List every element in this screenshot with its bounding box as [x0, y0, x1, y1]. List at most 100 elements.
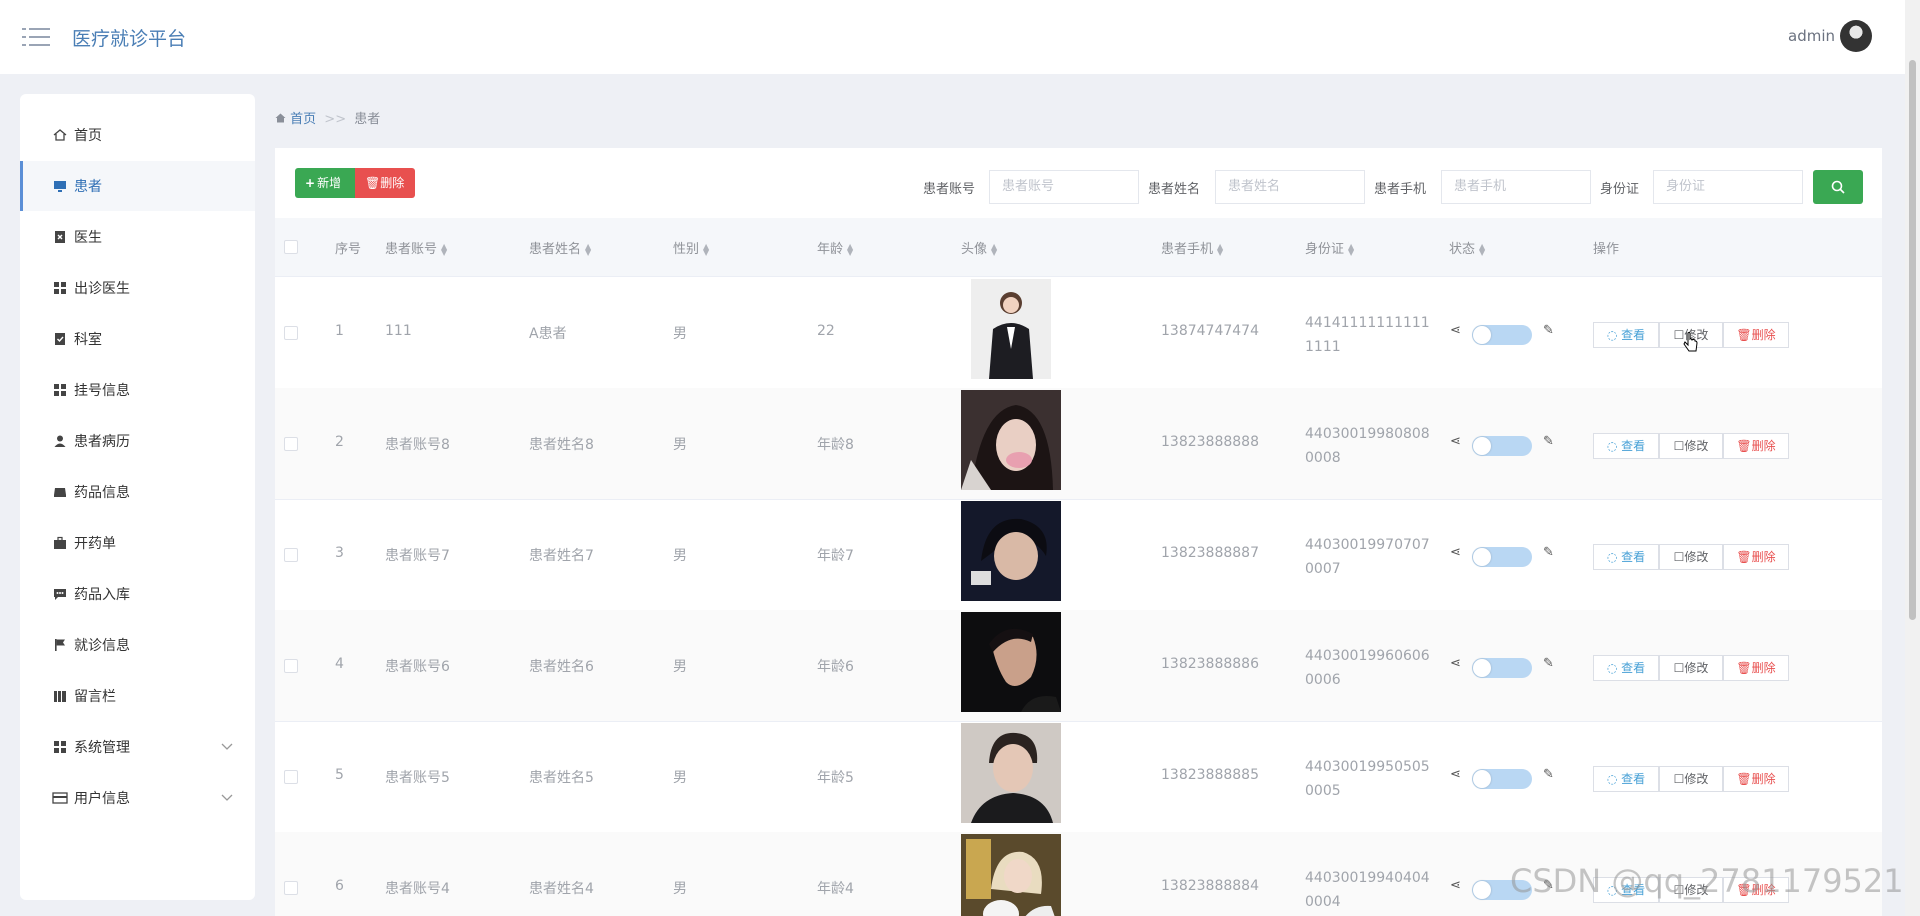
- batch-delete-button[interactable]: 🗑删除: [355, 168, 415, 198]
- search-button[interactable]: [1813, 170, 1863, 204]
- row-checkbox[interactable]: [284, 881, 298, 895]
- sidebar-item-drugs[interactable]: 药品信息: [20, 467, 255, 517]
- cell-no: 4: [335, 656, 344, 672]
- pen-icon[interactable]: ✎: [1543, 545, 1554, 560]
- sort-icon[interactable]: ▲ ▼: [1479, 242, 1485, 256]
- th-phone[interactable]: 患者手机 ▲ ▼: [1161, 238, 1223, 257]
- status-toggle[interactable]: [1472, 769, 1532, 789]
- view-button[interactable]: ◌ 查看: [1593, 433, 1659, 459]
- patient-avatar-image[interactable]: [971, 279, 1051, 379]
- th-name[interactable]: 患者姓名 ▲ ▼: [529, 238, 591, 257]
- row-checkbox[interactable]: [284, 326, 298, 340]
- share-icon[interactable]: ⋖: [1450, 656, 1461, 671]
- sidebar-item-prescription[interactable]: 开药单: [20, 518, 255, 568]
- grid-icon: [52, 280, 68, 296]
- toggle-knob: [1473, 326, 1491, 344]
- cell-gender: 男: [673, 881, 687, 897]
- sidebar-item-home[interactable]: 首页: [20, 110, 255, 160]
- edit-button[interactable]: ☐修改: [1659, 544, 1723, 570]
- sort-icon[interactable]: ▲ ▼: [703, 242, 709, 256]
- edit-button[interactable]: ☐修改: [1659, 655, 1723, 681]
- sidebar-item-messages[interactable]: 留言栏: [20, 671, 255, 721]
- sort-icon[interactable]: ▲ ▼: [991, 242, 997, 256]
- patient-avatar-image[interactable]: [961, 390, 1061, 490]
- sidebar-item-user-info[interactable]: 用户信息: [20, 773, 255, 823]
- delete-button[interactable]: 🗑删除: [1723, 655, 1789, 681]
- view-button[interactable]: ◌ 查看: [1593, 655, 1659, 681]
- patient-avatar-image[interactable]: [961, 501, 1061, 601]
- th-age[interactable]: 年龄 ▲ ▼: [817, 238, 853, 257]
- edit-button[interactable]: ☐修改: [1659, 766, 1723, 792]
- chevron-down-icon[interactable]: [221, 740, 233, 754]
- share-icon[interactable]: ⋖: [1450, 545, 1461, 560]
- sidebar-item-departments[interactable]: 科室: [20, 314, 255, 364]
- edit-icon: ☐: [1673, 550, 1685, 564]
- row-checkbox[interactable]: [284, 548, 298, 562]
- cell-no: 6: [335, 878, 344, 894]
- filter-name-input[interactable]: 患者姓名: [1215, 170, 1365, 204]
- view-button[interactable]: ◌ 查看: [1593, 322, 1659, 348]
- th-status[interactable]: 状态 ▲ ▼: [1449, 238, 1485, 257]
- view-label: 查看: [1621, 772, 1646, 786]
- filter-phone-input[interactable]: 患者手机: [1441, 170, 1591, 204]
- edit-icon: ☐: [1673, 439, 1685, 453]
- sidebar-item-patients[interactable]: 患者: [20, 161, 255, 211]
- breadcrumb-home[interactable]: 首页: [290, 112, 316, 127]
- pen-icon[interactable]: ✎: [1543, 323, 1554, 338]
- status-toggle[interactable]: [1472, 658, 1532, 678]
- sort-icon[interactable]: ▲ ▼: [1348, 242, 1354, 256]
- share-icon[interactable]: ⋖: [1450, 434, 1461, 449]
- sort-icon[interactable]: ▲ ▼: [585, 242, 591, 256]
- user-name[interactable]: admin: [1788, 27, 1835, 45]
- sidebar-item-registration[interactable]: 挂号信息: [20, 365, 255, 415]
- pen-icon[interactable]: ✎: [1543, 656, 1554, 671]
- th-account[interactable]: 患者账号 ▲ ▼: [385, 238, 447, 257]
- chevron-down-icon[interactable]: [221, 791, 233, 805]
- th-avatar[interactable]: 头像 ▲ ▼: [961, 238, 997, 257]
- share-icon[interactable]: ⋖: [1450, 878, 1461, 893]
- status-toggle[interactable]: [1472, 547, 1532, 567]
- status-toggle[interactable]: [1472, 325, 1532, 345]
- toggle-knob: [1473, 659, 1491, 677]
- edit-button[interactable]: ☐修改: [1659, 433, 1723, 459]
- sidebar-item-visits[interactable]: 就诊信息: [20, 620, 255, 670]
- view-button[interactable]: ◌ 查看: [1593, 766, 1659, 792]
- add-button[interactable]: + 新增: [295, 168, 355, 198]
- th-gender[interactable]: 性别 ▲ ▼: [673, 238, 709, 257]
- patient-avatar-image[interactable]: [961, 723, 1061, 823]
- delete-button[interactable]: 🗑删除: [1723, 433, 1789, 459]
- scrollbar-thumb[interactable]: [1909, 60, 1916, 620]
- delete-button[interactable]: 🗑删除: [1723, 544, 1789, 570]
- row-checkbox[interactable]: [284, 659, 298, 673]
- sidebar-item-visiting-doctors[interactable]: 出诊医生: [20, 263, 255, 313]
- cell-no: 1: [335, 323, 344, 339]
- share-icon[interactable]: ⋖: [1450, 323, 1461, 338]
- delete-button[interactable]: 🗑删除: [1723, 766, 1789, 792]
- page-scrollbar[interactable]: [1905, 0, 1920, 916]
- status-toggle[interactable]: [1472, 436, 1532, 456]
- sidebar-item-system[interactable]: 系统管理: [20, 722, 255, 772]
- sort-icon[interactable]: ▲ ▼: [441, 242, 447, 256]
- view-button[interactable]: ◌ 查看: [1593, 544, 1659, 570]
- filter-idcard-input[interactable]: 身份证: [1653, 170, 1803, 204]
- sort-icon[interactable]: ▲ ▼: [847, 242, 853, 256]
- sidebar-item-medical-records[interactable]: 患者病历: [20, 416, 255, 466]
- patient-avatar-image[interactable]: [961, 612, 1061, 712]
- th-idcard[interactable]: 身份证 ▲ ▼: [1305, 238, 1354, 257]
- row-checkbox[interactable]: [284, 770, 298, 784]
- sidebar-item-drug-stock[interactable]: 药品入库: [20, 569, 255, 619]
- filter-account-input[interactable]: 患者账号: [989, 170, 1139, 204]
- user-avatar[interactable]: [1840, 20, 1872, 52]
- sort-icon[interactable]: ▲ ▼: [1217, 242, 1223, 256]
- pen-icon[interactable]: ✎: [1543, 434, 1554, 449]
- th-label: 身份证: [1305, 242, 1345, 257]
- select-all-checkbox[interactable]: [284, 240, 298, 254]
- pen-icon[interactable]: ✎: [1543, 767, 1554, 782]
- row-checkbox[interactable]: [284, 437, 298, 451]
- delete-button[interactable]: 🗑删除: [1723, 322, 1789, 348]
- share-icon[interactable]: ⋖: [1450, 767, 1461, 782]
- patient-avatar-image[interactable]: [961, 834, 1061, 916]
- sidebar-item-doctors[interactable]: 医生: [20, 212, 255, 262]
- cell-age: 年龄6: [817, 659, 854, 675]
- menu-toggle-icon[interactable]: [22, 26, 50, 48]
